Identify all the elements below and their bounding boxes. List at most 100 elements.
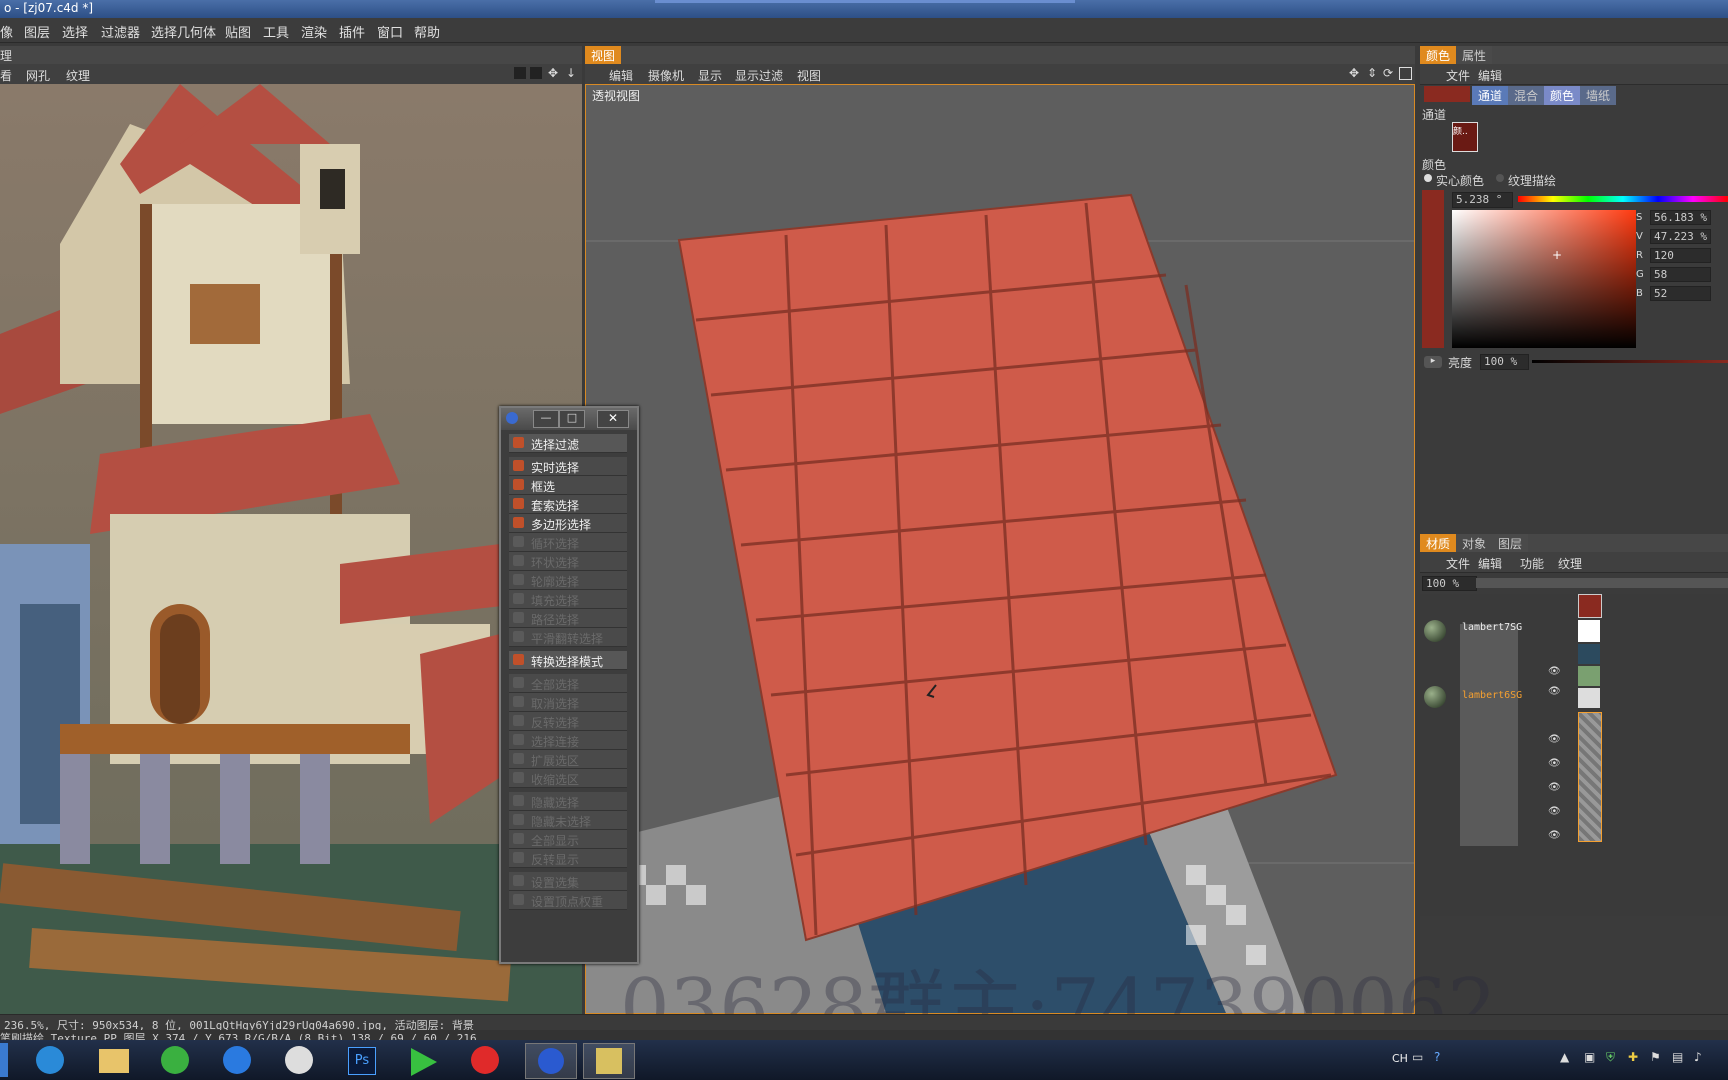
material-menu-texture[interactable]: 纹理: [1558, 555, 1582, 572]
material-ball-icon[interactable]: [1424, 620, 1446, 642]
channel-swatch[interactable]: 颜..: [1452, 122, 1478, 152]
material-zoom-slider[interactable]: [1476, 578, 1728, 588]
player-icon[interactable]: [403, 1043, 443, 1077]
tab-color[interactable]: 颜色: [1420, 46, 1457, 65]
menu-item-texture[interactable]: 贴图: [225, 22, 251, 41]
color-field-value[interactable]: 47.223 %: [1650, 229, 1711, 244]
viewport-menu-camera[interactable]: 摄像机: [648, 67, 684, 84]
texture-reference-image[interactable]: [0, 84, 582, 1014]
palette-titlebar[interactable]: — □ ✕: [501, 408, 637, 430]
menu-item-help[interactable]: 帮助: [414, 22, 440, 41]
material-name-1[interactable]: lambert7SG: [1462, 622, 1522, 633]
layer-thumb[interactable]: [1578, 666, 1600, 686]
layer-thumb[interactable]: [1578, 688, 1600, 708]
layer-thumb-stack[interactable]: [1578, 712, 1602, 842]
layer-thumb[interactable]: [1578, 644, 1600, 664]
radio-solid-color[interactable]: [1424, 174, 1432, 182]
tray-app-icon[interactable]: ▣: [1584, 1050, 1595, 1064]
color-menu-edit[interactable]: 编辑: [1478, 67, 1502, 84]
menu-item-select-geometry[interactable]: 选择几何体: [151, 22, 216, 41]
channel-thumb[interactable]: [1578, 594, 1602, 618]
viewport-menu-display[interactable]: 显示: [698, 67, 722, 84]
brightness-slider[interactable]: [1532, 360, 1728, 363]
tab-objects[interactable]: 对象: [1456, 534, 1493, 553]
flag-icon[interactable]: ⚑: [1650, 1050, 1661, 1064]
network-icon[interactable]: ▤: [1672, 1050, 1683, 1064]
photoshop-icon[interactable]: Ps: [341, 1043, 381, 1077]
current-color-swatch[interactable]: [1424, 86, 1470, 102]
keyboard-icon[interactable]: ▭: [1412, 1050, 1423, 1064]
360-icon[interactable]: [155, 1043, 195, 1077]
explorer-icon[interactable]: [94, 1043, 134, 1077]
brightness-field[interactable]: 100 %: [1480, 354, 1529, 370]
tab-layers[interactable]: 图层: [1492, 534, 1529, 553]
menu-texture[interactable]: 纹理: [66, 67, 90, 84]
maximize-view-icon[interactable]: [1399, 67, 1412, 80]
radio-texture-paint[interactable]: [1496, 174, 1504, 182]
material-menu-edit[interactable]: 编辑: [1478, 555, 1502, 572]
eye-icon[interactable]: 👁: [1548, 830, 1561, 841]
eye-icon[interactable]: 👁: [1548, 782, 1561, 793]
tab-attributes[interactable]: 属性: [1456, 46, 1493, 65]
move-icon[interactable]: ✥: [548, 66, 558, 80]
color-field-value[interactable]: 52: [1650, 286, 1711, 301]
layer-thumb[interactable]: [1578, 620, 1600, 642]
color-field-value[interactable]: 120: [1650, 248, 1711, 263]
eye-icon[interactable]: 👁: [1548, 806, 1561, 817]
lock-icon[interactable]: [530, 67, 542, 79]
tab-viewport[interactable]: 视图: [585, 46, 622, 65]
hue-field[interactable]: 5.238 °: [1452, 192, 1513, 208]
material-name-2[interactable]: lambert6SG: [1462, 690, 1522, 701]
color-field-value[interactable]: 56.183 %: [1650, 210, 1711, 225]
minimize-icon[interactable]: —: [533, 410, 559, 428]
menu-item-render[interactable]: 渲染: [301, 22, 327, 41]
mode-tab-color[interactable]: 颜色: [1544, 86, 1581, 105]
viewport-menu-view[interactable]: 视图: [797, 67, 821, 84]
volume-icon[interactable]: ♪: [1694, 1050, 1702, 1064]
mode-tab-wallpaper[interactable]: 墙纸: [1580, 86, 1617, 105]
palette-item[interactable]: 框选: [509, 476, 627, 495]
menu-item-image[interactable]: 像: [0, 22, 13, 41]
panel-icon[interactable]: [514, 67, 526, 79]
perspective-viewport[interactable]: 透视视图: [585, 84, 1415, 1014]
panda-icon[interactable]: [279, 1043, 319, 1077]
tab-materials[interactable]: 材质: [1420, 534, 1457, 553]
move-view-icon[interactable]: ✥: [1349, 66, 1359, 80]
zoom-view-icon[interactable]: ⇕: [1367, 66, 1377, 80]
saturation-value-picker[interactable]: +: [1452, 210, 1636, 348]
close-icon[interactable]: ✕: [597, 410, 629, 428]
viewport-menu-display-filter[interactable]: 显示过滤: [735, 67, 783, 84]
eye-icon[interactable]: 👁: [1548, 758, 1561, 769]
palette-item[interactable]: 实时选择: [509, 457, 627, 476]
rotate-view-icon[interactable]: ⟳: [1383, 66, 1393, 80]
shield-icon[interactable]: ⛨: [1606, 1050, 1615, 1065]
media-icon[interactable]: [465, 1043, 505, 1077]
tray-plus-icon[interactable]: ✚: [1628, 1050, 1638, 1064]
c4d-icon[interactable]: [525, 1043, 577, 1079]
baidu-icon[interactable]: [217, 1043, 257, 1077]
bodypaint-icon[interactable]: [583, 1043, 635, 1079]
mode-tab-channel[interactable]: 通道: [1472, 86, 1509, 105]
menu-item-tools[interactable]: 工具: [263, 22, 289, 41]
menu-mesh[interactable]: 网孔: [26, 67, 50, 84]
hue-slider[interactable]: [1518, 196, 1728, 202]
menu-item-plugins[interactable]: 插件: [339, 22, 365, 41]
palette-item[interactable]: 转换选择模式: [509, 651, 627, 670]
material-menu-file[interactable]: 文件: [1446, 555, 1470, 572]
eye-icon[interactable]: 👁: [1548, 686, 1561, 697]
eye-icon[interactable]: 👁: [1548, 734, 1561, 745]
color-menu-file[interactable]: 文件: [1446, 67, 1470, 84]
maximize-icon[interactable]: □: [559, 410, 585, 428]
menu-view[interactable]: 看: [0, 67, 12, 84]
select-tool-palette[interactable]: — □ ✕ 选择过滤 实时选择 框选 套索选择 多边形选择 循环选择 环状选择 轮廓选择 填充选…: [499, 406, 639, 964]
palette-item[interactable]: 套索选择: [509, 495, 627, 514]
material-zoom-field[interactable]: 100 %: [1422, 576, 1477, 591]
mode-tab-blend[interactable]: 混合: [1508, 86, 1545, 105]
color-field-value[interactable]: 58: [1650, 267, 1711, 282]
material-ball-icon[interactable]: [1424, 686, 1446, 708]
menu-item-window[interactable]: 窗口: [377, 22, 403, 41]
ie-icon[interactable]: [30, 1043, 70, 1077]
palette-item[interactable]: 多边形选择: [509, 514, 627, 533]
help-icon[interactable]: ?: [1434, 1050, 1440, 1064]
input-method-label[interactable]: CH: [1392, 1052, 1408, 1065]
